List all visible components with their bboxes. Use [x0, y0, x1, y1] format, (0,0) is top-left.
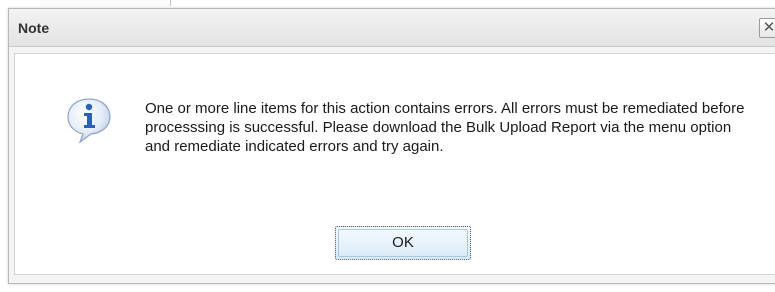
ok-button-label: OK — [392, 234, 414, 251]
ok-button[interactable]: OK — [335, 226, 471, 260]
note-dialog: Note ✕ One or more line items for this a… — [8, 8, 775, 284]
close-icon: ✕ — [762, 19, 775, 36]
dialog-titlebar[interactable]: Note ✕ — [9, 9, 775, 47]
dialog-title: Note — [18, 20, 50, 36]
dialog-body: One or more line items for this action c… — [14, 53, 775, 275]
info-icon — [67, 98, 111, 144]
close-button[interactable]: ✕ — [759, 18, 775, 38]
dialog-message: One or more line items for this action c… — [145, 100, 745, 155]
background-panel-edge — [40, 0, 171, 6]
